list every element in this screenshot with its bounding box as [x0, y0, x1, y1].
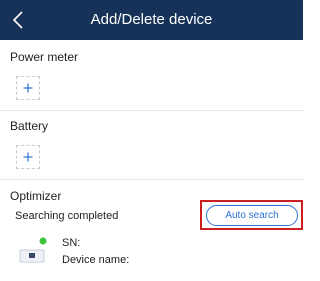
device-name-label: Device name: [62, 254, 130, 266]
add-power-meter-button[interactable] [16, 76, 40, 100]
add-battery-button[interactable] [16, 145, 40, 169]
section-divider [0, 110, 303, 111]
online-status-icon [39, 237, 47, 245]
search-status-text: Searching completed [15, 210, 119, 222]
section-divider [0, 179, 303, 180]
section-title-optimizer: Optimizer [10, 189, 62, 203]
plus-icon [23, 83, 33, 93]
page-title: Add/Delete device [90, 11, 213, 28]
auto-search-button[interactable]: Auto search [206, 205, 298, 226]
device-sn-label: SN: [62, 237, 81, 249]
section-title-power-meter: Power meter [10, 50, 79, 64]
plus-icon [23, 152, 33, 162]
section-title-battery: Battery [10, 119, 49, 133]
app-header: Add/Delete device [0, 0, 303, 40]
